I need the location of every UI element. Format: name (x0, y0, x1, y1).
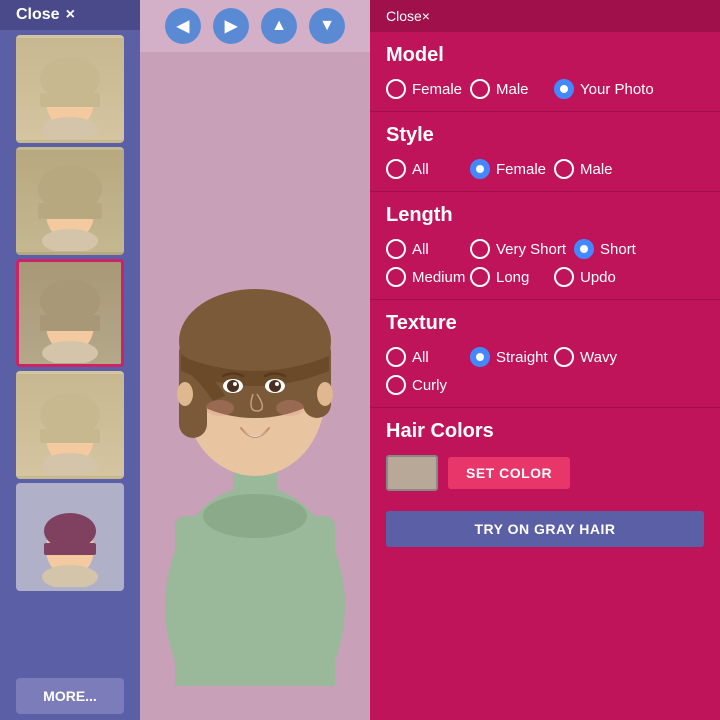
length-all-radio[interactable] (386, 239, 406, 259)
model-your-photo-label: Your Photo (580, 81, 654, 98)
thumbnail-item[interactable] (16, 371, 124, 479)
model-female-label: Female (412, 81, 462, 98)
hair-colors-section: Hair Colors SET COLOR (370, 408, 720, 503)
length-all-label: All (412, 241, 429, 258)
thumbnail-image (19, 486, 121, 588)
thumbnail-image (19, 262, 121, 364)
style-female-label: Female (496, 161, 546, 178)
right-panel: Close × Model Female Male Your Photo Sty… (370, 0, 720, 720)
texture-straight-option[interactable]: Straight (470, 347, 550, 367)
length-title: Length (386, 204, 704, 227)
texture-section: Texture All Straight Wavy Curly (370, 300, 720, 408)
length-very-short-option[interactable]: Very Short (470, 239, 570, 259)
length-long-radio[interactable] (470, 267, 490, 287)
sidebar: Close × (0, 0, 140, 720)
length-updo-option[interactable]: Updo (554, 267, 634, 287)
length-radio-group: All Very Short Short Medium Long Updo (386, 239, 704, 287)
more-label: MORE... (43, 688, 97, 704)
texture-wavy-label: Wavy (580, 349, 617, 366)
navigation-bar: ◀ ▶ ▲ ▼ (140, 0, 370, 52)
panel-close-bar[interactable]: Close × (370, 0, 720, 32)
length-very-short-label: Very Short (496, 241, 566, 258)
texture-straight-label: Straight (496, 349, 548, 366)
sidebar-close-button[interactable]: Close × (0, 0, 140, 30)
length-short-option[interactable]: Short (574, 239, 654, 259)
length-medium-radio[interactable] (386, 267, 406, 287)
style-title: Style (386, 124, 704, 147)
thumbnail-image (19, 374, 121, 476)
texture-wavy-option[interactable]: Wavy (554, 347, 634, 367)
model-male-radio[interactable] (470, 79, 490, 99)
try-gray-button[interactable]: TRY ON GRAY HAIR (386, 511, 704, 547)
color-row: SET COLOR (386, 455, 704, 491)
set-color-button[interactable]: SET COLOR (448, 457, 570, 489)
texture-all-option[interactable]: All (386, 347, 466, 367)
sidebar-close-x: × (66, 6, 75, 24)
thumbnail-item[interactable] (16, 259, 124, 367)
length-short-radio[interactable] (574, 239, 594, 259)
style-radio-group: All Female Male (386, 159, 704, 179)
model-female-radio[interactable] (386, 79, 406, 99)
length-updo-label: Updo (580, 269, 616, 286)
texture-curly-option[interactable]: Curly (386, 375, 466, 395)
length-very-short-radio[interactable] (470, 239, 490, 259)
model-male-option[interactable]: Male (470, 79, 550, 99)
model-your-photo-option[interactable]: Your Photo (554, 79, 674, 99)
texture-all-label: All (412, 349, 429, 366)
thumbnail-image (19, 150, 121, 252)
texture-radio-group: All Straight Wavy Curly (386, 347, 704, 395)
style-all-label: All (412, 161, 429, 178)
length-medium-option[interactable]: Medium (386, 267, 466, 287)
style-male-radio[interactable] (554, 159, 574, 179)
nav-down-button[interactable]: ▼ (309, 8, 345, 44)
length-medium-label: Medium (412, 269, 465, 286)
style-male-option[interactable]: Male (554, 159, 634, 179)
model-female-option[interactable]: Female (386, 79, 466, 99)
nav-up-button[interactable]: ▲ (261, 8, 297, 44)
thumbnail-item[interactable] (16, 483, 124, 591)
length-short-label: Short (600, 241, 636, 258)
preview-panel: ◀ ▶ ▲ ▼ (140, 0, 370, 720)
texture-curly-radio[interactable] (386, 375, 406, 395)
length-long-option[interactable]: Long (470, 267, 550, 287)
texture-curly-label: Curly (412, 377, 447, 394)
thumbnail-item[interactable] (16, 35, 124, 143)
texture-title: Texture (386, 312, 704, 335)
length-updo-radio[interactable] (554, 267, 574, 287)
thumbnail-image (19, 38, 121, 140)
model-title: Model (386, 44, 704, 67)
panel-close-label: Close (386, 8, 422, 24)
try-gray-label: TRY ON GRAY HAIR (474, 521, 615, 537)
nav-left-button[interactable]: ◀ (165, 8, 201, 44)
set-color-label: SET COLOR (466, 465, 552, 481)
style-male-label: Male (580, 161, 613, 178)
model-radio-group: Female Male Your Photo (386, 79, 704, 99)
style-all-option[interactable]: All (386, 159, 466, 179)
more-button[interactable]: MORE... (16, 678, 124, 714)
panel-close-x: × (422, 8, 430, 24)
nav-right-button[interactable]: ▶ (213, 8, 249, 44)
sidebar-close-label: Close (16, 6, 60, 24)
hair-colors-title: Hair Colors (386, 420, 704, 443)
style-all-radio[interactable] (386, 159, 406, 179)
model-male-label: Male (496, 81, 529, 98)
model-your-photo-radio[interactable] (554, 79, 574, 99)
style-section: Style All Female Male (370, 112, 720, 192)
texture-all-radio[interactable] (386, 347, 406, 367)
length-long-label: Long (496, 269, 529, 286)
style-female-radio[interactable] (470, 159, 490, 179)
model-section: Model Female Male Your Photo (370, 32, 720, 112)
thumbnail-item[interactable] (16, 147, 124, 255)
color-swatch[interactable] (386, 455, 438, 491)
texture-straight-radio[interactable] (470, 347, 490, 367)
texture-wavy-radio[interactable] (554, 347, 574, 367)
preview-image (140, 52, 370, 720)
style-female-option[interactable]: Female (470, 159, 550, 179)
length-section: Length All Very Short Short Medium Long (370, 192, 720, 300)
length-all-option[interactable]: All (386, 239, 466, 259)
thumbnail-list (0, 30, 140, 672)
